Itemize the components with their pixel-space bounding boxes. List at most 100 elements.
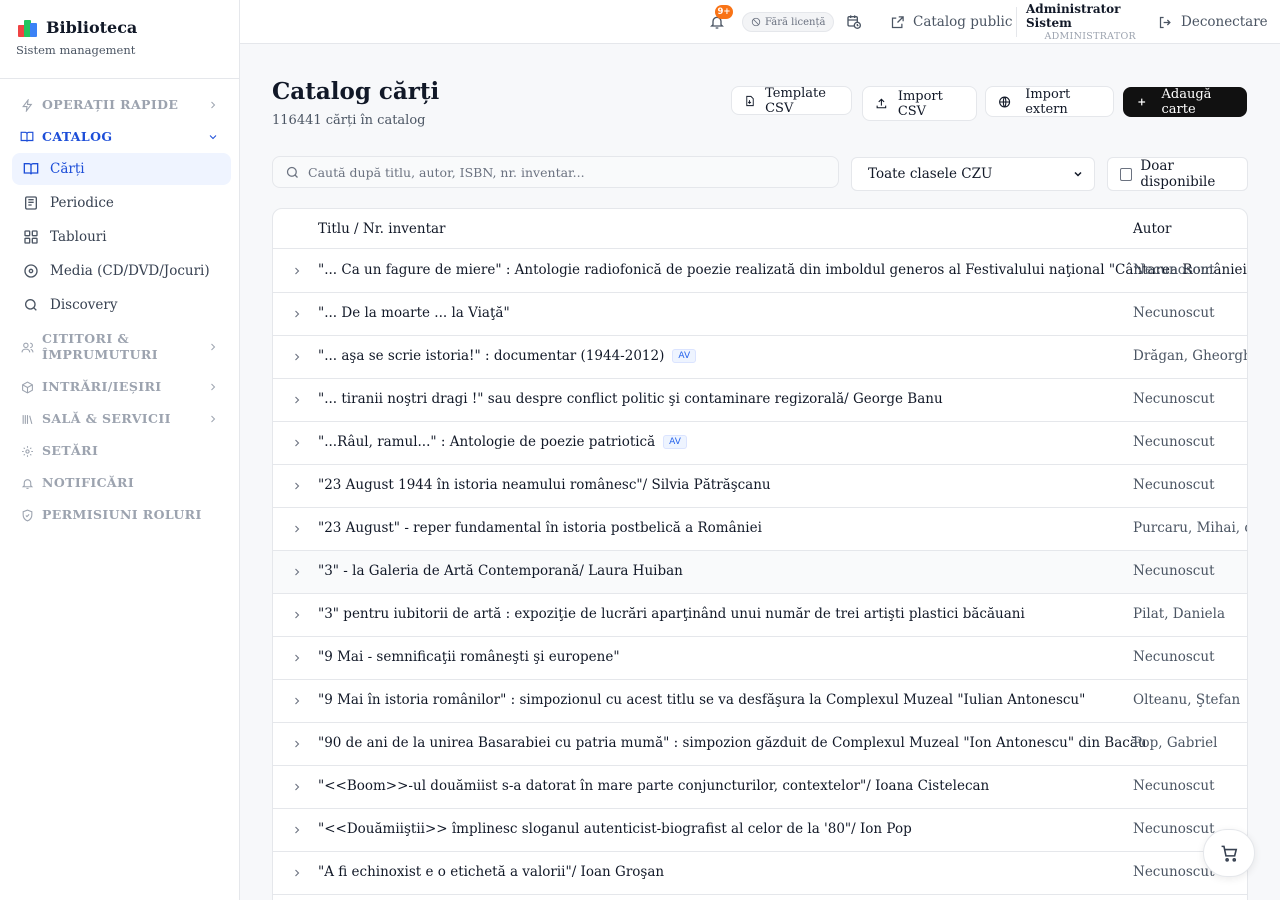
- import-csv-button[interactable]: Import CSV: [862, 86, 977, 121]
- shield-icon: [20, 508, 34, 522]
- expand-chevron-icon[interactable]: [291, 737, 303, 751]
- only-available-checkbox[interactable]: [1120, 167, 1133, 181]
- add-book-button[interactable]: Adaugă carte: [1123, 87, 1247, 117]
- brand-subtitle: Sistem management: [16, 43, 136, 57]
- table-row[interactable]: "A fi echinoxist e o etichetă a valorii"…: [273, 852, 1247, 895]
- table-row[interactable]: "<<Boom>>-ul douămiist s-a datorat în ma…: [273, 766, 1247, 809]
- sidebar-item-tablouri[interactable]: Tablouri: [12, 221, 231, 253]
- globe-icon: [999, 95, 1011, 108]
- table-row[interactable]: "<<Douămiiştii>> împlinesc sloganul aute…: [273, 809, 1247, 852]
- import-extern-button[interactable]: Import extern: [985, 86, 1114, 117]
- sidebar-item-discovery[interactable]: Discovery: [12, 289, 231, 321]
- library-logo-icon: [18, 19, 38, 37]
- book-title: "... De la moarte ... la Viaţă": [318, 305, 510, 321]
- book-title-cell: "23 August" - reper fundamental în istor…: [318, 520, 762, 536]
- users-icon: [20, 340, 34, 354]
- book-open-icon: [20, 130, 34, 144]
- sidebar-item-label: Media (CD/DVD/Jocuri): [50, 263, 210, 279]
- chevron-down-icon: [209, 135, 217, 140]
- expand-chevron-icon[interactable]: [291, 522, 303, 536]
- sidebar-item-carti[interactable]: Cărți: [12, 153, 231, 185]
- expand-chevron-icon[interactable]: [291, 307, 303, 321]
- expand-chevron-icon[interactable]: [291, 479, 303, 493]
- expand-chevron-icon[interactable]: [291, 866, 303, 880]
- book-author: Necunoscut: [1133, 477, 1215, 493]
- table-row[interactable]: "... aşa se scrie istoria!" : documentar…: [273, 336, 1247, 379]
- table-row[interactable]: "23 August" - reper fundamental în istor…: [273, 508, 1247, 551]
- nav-section-notificari[interactable]: NOTIFICĂRI: [0, 467, 239, 499]
- nav-section-operatii-rapide[interactable]: OPERAȚII RAPIDE: [0, 89, 239, 121]
- czu-select-value: Toate clasele CZU: [868, 166, 993, 182]
- expand-chevron-icon[interactable]: [291, 264, 303, 278]
- nav-section-intrari-iesiri[interactable]: INTRĂRI/IEȘIRI: [0, 371, 239, 403]
- divider: [1016, 7, 1017, 37]
- bell-icon: [20, 476, 34, 490]
- book-title: "23 August" - reper fundamental în istor…: [318, 520, 762, 536]
- sidebar-item-media[interactable]: Media (CD/DVD/Jocuri): [12, 255, 231, 287]
- book-author: Necunoscut: [1133, 864, 1215, 880]
- expand-chevron-icon[interactable]: [291, 565, 303, 579]
- table-row[interactable]: "... tiranii noştri dragi !" sau despre …: [273, 379, 1247, 422]
- table-row[interactable]: "23 August 1944 în istoria neamului româ…: [273, 465, 1247, 508]
- expand-chevron-icon[interactable]: [291, 651, 303, 665]
- no-license-icon: [751, 17, 761, 27]
- package-icon: [20, 380, 34, 394]
- chevron-right-icon: [211, 415, 216, 423]
- nav-section-label: CATALOG: [42, 129, 113, 144]
- brand-title: Biblioteca: [46, 18, 138, 37]
- book-count: 116441 cărți în catalog: [272, 113, 426, 128]
- expand-chevron-icon[interactable]: [291, 436, 303, 450]
- sidebar-nav: OPERAȚII RAPIDE CATALOG Cărți Periodice: [0, 79, 239, 531]
- book-author: Necunoscut: [1133, 305, 1215, 321]
- book-title: "23 August 1944 în istoria neamului româ…: [318, 477, 771, 493]
- book-author: Necunoscut: [1133, 262, 1215, 278]
- book-title-cell: "...Râul, ramul..." : Antologie de poezi…: [318, 434, 687, 450]
- nav-section-sala-servicii[interactable]: SALĂ & SERVICII: [0, 403, 239, 435]
- nav-section-cititori[interactable]: CITITORI & ÎMPRUMUTURI: [0, 323, 239, 371]
- expand-chevron-icon[interactable]: [291, 780, 303, 794]
- chevron-down-icon: [1074, 171, 1082, 177]
- only-available-filter[interactable]: Doar disponibile: [1107, 157, 1248, 191]
- table-row[interactable]: "9 Mai în istoria românilor" : simpozion…: [273, 680, 1247, 723]
- schedule-button[interactable]: [844, 0, 864, 44]
- expand-chevron-icon[interactable]: [291, 694, 303, 708]
- nav-section-label: OPERAȚII RAPIDE: [42, 97, 179, 112]
- expand-chevron-icon[interactable]: [291, 393, 303, 407]
- nav-section-setari[interactable]: SETĂRI: [0, 435, 239, 467]
- table-row[interactable]: "... De la moarte ... la Viaţă" Necunoscu…: [273, 293, 1247, 336]
- table-row[interactable]: "3" pentru iubitorii de artă : expoziţie…: [273, 594, 1247, 637]
- sidebar-item-periodice[interactable]: Periodice: [12, 187, 231, 219]
- book-author: Purcaru, Mihai, col.: [1133, 520, 1247, 536]
- disc-icon: [22, 262, 40, 280]
- book-title-cell: "... Ca un fagure de miere" : Antologie …: [318, 262, 1247, 278]
- table-row[interactable]: "90 de ani de la unirea Basarabiei cu pa…: [273, 723, 1247, 766]
- notification-count-badge: 9+: [715, 5, 733, 19]
- book-title-cell: "<<Douămiiştii>> împlinesc sloganul aute…: [318, 821, 912, 837]
- czu-class-select[interactable]: Toate clasele CZU: [851, 157, 1095, 191]
- search-icon: [22, 296, 40, 314]
- book-title: "3" - la Galeria de Artă Contemporană/ L…: [318, 563, 683, 579]
- sidebar-item-label: Tablouri: [50, 229, 107, 245]
- gear-icon: [20, 444, 34, 458]
- chevron-right-icon: [211, 101, 216, 109]
- table-row[interactable]: "9 Mai - semnificaţii româneşti şi europ…: [273, 637, 1247, 680]
- table-row[interactable]: "3" - la Galeria de Artă Contemporană/ L…: [273, 551, 1247, 594]
- sidebar-item-label: Cărți: [50, 161, 85, 177]
- expand-chevron-icon[interactable]: [291, 608, 303, 622]
- expand-chevron-icon[interactable]: [291, 823, 303, 837]
- template-csv-button[interactable]: Template CSV: [731, 86, 852, 116]
- book-title: "... aşa se scrie istoria!" : documentar…: [318, 348, 665, 364]
- search-input[interactable]: [308, 164, 828, 180]
- nav-section-label: INTRĂRI/IEȘIRI: [42, 379, 162, 394]
- book-author: Olteanu, Ştefan: [1133, 692, 1241, 708]
- table-row[interactable]: "...Râul, ramul..." : Antologie de poezi…: [273, 422, 1247, 465]
- expand-chevron-icon[interactable]: [291, 350, 303, 364]
- catalog-public-link[interactable]: Catalog public: [890, 0, 1012, 44]
- nav-section-catalog[interactable]: CATALOG: [0, 121, 239, 153]
- nav-section-permisiuni[interactable]: PERMISIUNI ROLURI: [0, 499, 239, 531]
- table-row[interactable]: "... Ca un fagure de miere" : Antologie …: [273, 250, 1247, 293]
- book-title-cell: "9 Mai în istoria românilor" : simpozion…: [318, 692, 1085, 708]
- cart-button[interactable]: [1203, 829, 1255, 877]
- user-name: Administrator Sistem: [1026, 2, 1121, 30]
- logout-button[interactable]: Deconectare: [1158, 0, 1268, 44]
